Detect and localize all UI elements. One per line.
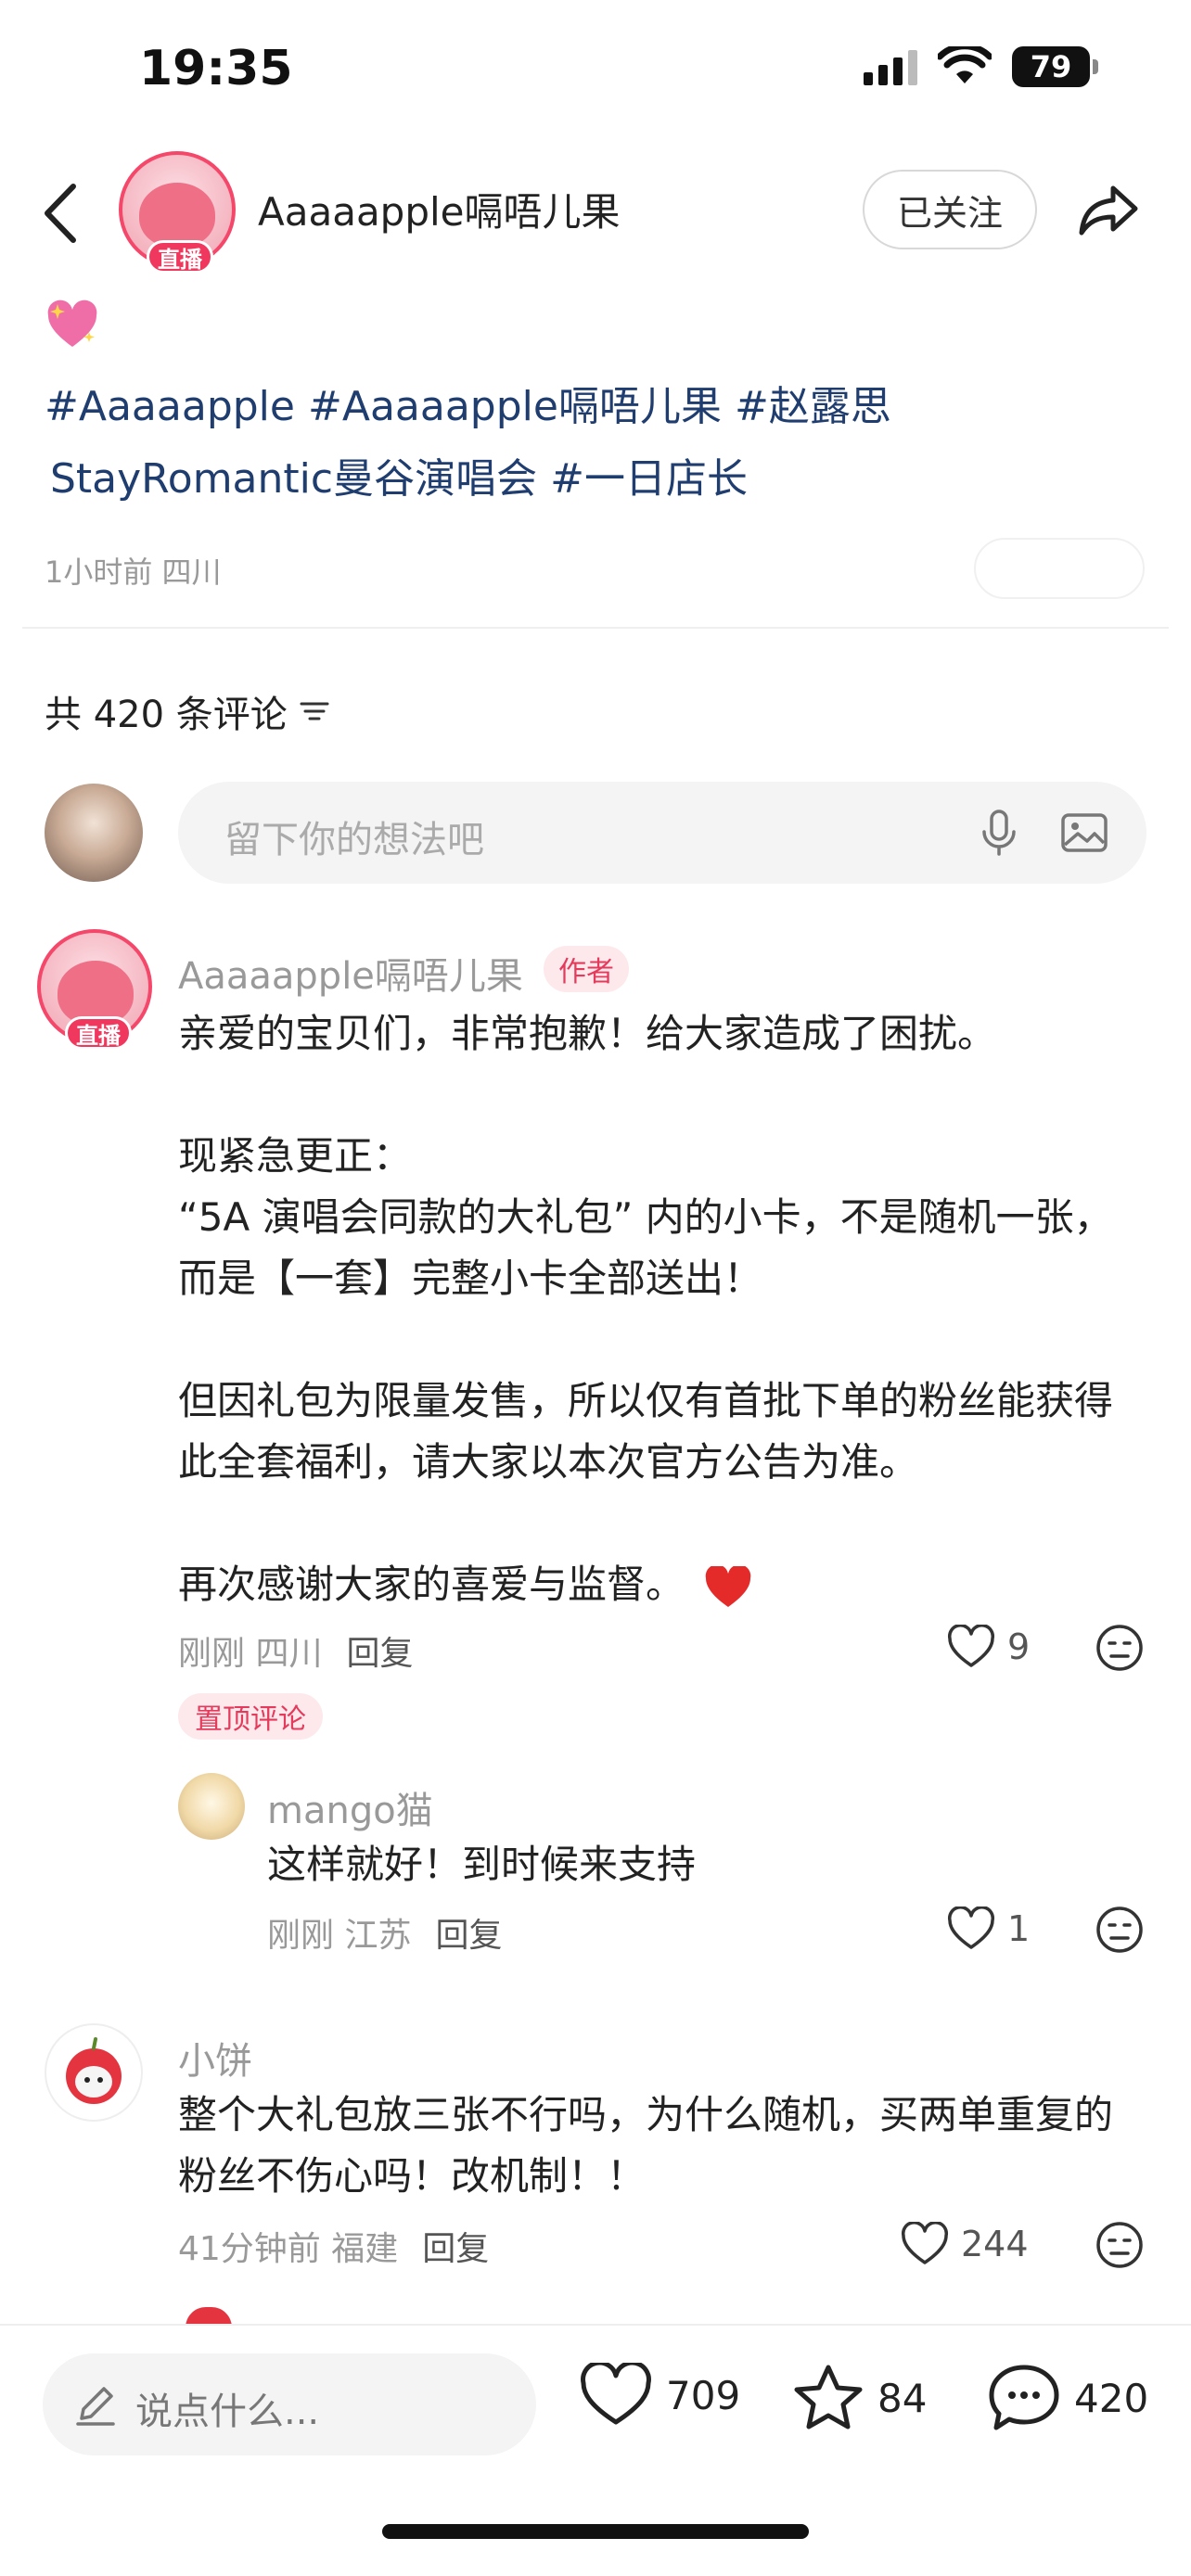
comment-time-location: 刚刚 江苏 [267, 1917, 412, 1955]
reply-button[interactable]: 回复 [422, 2230, 489, 2268]
apple-mascot-icon [66, 2037, 122, 2104]
post-favorite-count: 84 [877, 2375, 928, 2421]
post-like-button[interactable]: 709 [579, 2363, 740, 2428]
image-icon[interactable] [1059, 808, 1109, 858]
comment-bubble-icon [989, 2365, 1059, 2430]
status-bar: 19:35 79 [0, 0, 1191, 139]
share-button[interactable] [1076, 177, 1141, 242]
status-icons: 79 [864, 46, 1098, 87]
comment-meta: 刚刚 江苏 回复 [267, 1908, 502, 1957]
comment-like-button[interactable]: 9 [946, 1625, 1030, 1669]
status-time: 19:35 [139, 41, 293, 96]
hashtag-line-1: #Aaaaapple #Aaaaapple嗝唔儿果 #赵露思 [45, 371, 1158, 443]
comment-count-header[interactable]: 共 420 条评论 [45, 684, 330, 738]
star-outline-icon [794, 2365, 863, 2429]
post-favorite-button[interactable]: 84 [792, 2363, 927, 2433]
hashtag-link[interactable]: #Aaaaapple [45, 383, 295, 430]
post-comment-count: 420 [1074, 2375, 1149, 2421]
say-something-placeholder: 说点什么... [135, 2391, 320, 2433]
live-badge: 直播 [65, 1016, 132, 1050]
sparkling-heart-icon [47, 300, 97, 347]
commenter-avatar[interactable] [45, 2023, 143, 2122]
heart-outline-icon [581, 2363, 651, 2425]
comment-line: 此全套福利，请大家以本次官方公告为准。 [178, 1439, 919, 1485]
comment-meta: 41分钟前 福建 回复 [178, 2222, 489, 2270]
cellular-signal-icon [864, 48, 917, 85]
battery-icon: 79 [1012, 46, 1098, 87]
comment-line: 现紧急更正： [178, 1133, 413, 1179]
comment-line: 亲爱的宝贝们，非常抱歉！给大家造成了困扰。 [178, 1011, 997, 1056]
author-avatar[interactable]: 直播 [119, 151, 236, 274]
sort-filter-icon [300, 702, 329, 721]
pinned-comment-tag: 置顶评论 [178, 1693, 323, 1740]
post-meta: 1小时前 四川 [45, 555, 222, 590]
comment-line-text: 再次感谢大家的喜爱与监督。 [178, 1562, 685, 1607]
live-badge: 直播 [147, 240, 213, 274]
hashtag-link[interactable]: #赵露思 [735, 383, 891, 430]
comment-text: 整个大礼包放三张不行吗，为什么随机，买两单重复的 粉丝不伤心吗！改机制！！ [178, 2085, 1161, 2207]
comment-like-button[interactable]: 1 [946, 1906, 1030, 1951]
hashtag-line-2: StayRomantic曼谷演唱会 #一日店长 [45, 443, 1158, 516]
dislike-face-icon[interactable] [1095, 1905, 1145, 1955]
comment-text: 这样就好！到时候来支持 [267, 1842, 697, 1887]
commenter-avatar[interactable] [178, 1773, 245, 1840]
comment-username[interactable]: mango猫 [267, 1780, 433, 1834]
comment-line: 粉丝不伤心吗！改机制！！ [178, 2153, 647, 2199]
post-like-count: 709 [666, 2372, 741, 2418]
dislike-face-icon[interactable] [1095, 2220, 1145, 2270]
comment-username[interactable]: 小饼 [178, 2031, 252, 2085]
pencil-icon [76, 2387, 115, 2426]
comment-time-location: 41分钟前 福建 [178, 2230, 399, 2268]
post-comment-button[interactable]: 420 [987, 2363, 1148, 2433]
comment-line: 但因礼包为限量发售，所以仅有首批下单的粉丝能获得 [178, 1378, 1114, 1423]
red-heart-icon [706, 1563, 751, 1607]
comment-input-placeholder: 留下你的想法吧 [224, 819, 484, 861]
comment-line: 整个大礼包放三张不行吗，为什么随机，买两单重复的 [178, 2092, 1114, 2137]
battery-level: 79 [1012, 46, 1090, 87]
comment-username[interactable]: Aaaaapple嗝唔儿果 [178, 946, 523, 1000]
post-hashtags: #Aaaaapple #Aaaaapple嗝唔儿果 #赵露思 StayRomanti… [45, 371, 1158, 516]
heart-outline-icon [947, 1906, 995, 1949]
hashtag-link[interactable]: StayRomantic曼谷演唱会 [50, 455, 537, 503]
comment-meta: 刚刚 四川 回复 [178, 1626, 413, 1675]
chevron-left-icon [45, 184, 76, 243]
author-tag: 作者 [544, 946, 629, 992]
hashtag-link[interactable]: #Aaaaapple嗝唔儿果 [308, 383, 722, 430]
heart-outline-icon [947, 1625, 995, 1667]
wifi-icon [938, 46, 992, 83]
comment-line: “5A 演唱会同款的大礼包” 内的小卡，不是随机一张， [178, 1194, 1113, 1240]
comment-author-avatar[interactable]: 直播 [37, 929, 152, 1050]
divider [22, 627, 1169, 629]
comment-text: 亲爱的宝贝们，非常抱歉！给大家造成了困扰。 现紧急更正： “5A 演唱会同款的大… [178, 1003, 1161, 1615]
back-button[interactable] [42, 176, 97, 250]
post-meta-pill[interactable] [974, 538, 1145, 599]
post-header: 直播 Aaaaapple嗝唔儿果 已关注 [0, 144, 1191, 274]
author-name[interactable]: Aaaaapple嗝唔儿果 [258, 181, 621, 237]
like-count: 9 [1007, 1626, 1031, 1667]
like-count: 1 [1007, 1908, 1031, 1949]
comment-like-button[interactable]: 244 [900, 2222, 1029, 2266]
microphone-icon[interactable] [974, 808, 1024, 858]
share-icon [1079, 185, 1138, 236]
comment-line: 再次感谢大家的喜爱与监督。 [178, 1554, 1161, 1615]
home-indicator[interactable] [382, 2524, 809, 2539]
heart-outline-icon [901, 2222, 949, 2264]
comment-line: 而是【一套】完整小卡全部送出！ [178, 1256, 763, 1301]
dislike-face-icon[interactable] [1095, 1623, 1145, 1673]
say-something-input[interactable]: 说点什么... [43, 2353, 536, 2455]
reply-button[interactable]: 回复 [346, 1635, 413, 1673]
comment-count-label: 共 420 条评论 [45, 694, 288, 736]
comment-time-location: 刚刚 四川 [178, 1635, 323, 1673]
reply-button[interactable]: 回复 [435, 1917, 502, 1955]
hashtag-link[interactable]: #一日店长 [550, 455, 748, 503]
follow-button[interactable]: 已关注 [863, 170, 1037, 249]
my-avatar [45, 784, 143, 882]
comment-input[interactable]: 留下你的想法吧 [178, 782, 1146, 884]
like-count: 244 [961, 2224, 1029, 2264]
